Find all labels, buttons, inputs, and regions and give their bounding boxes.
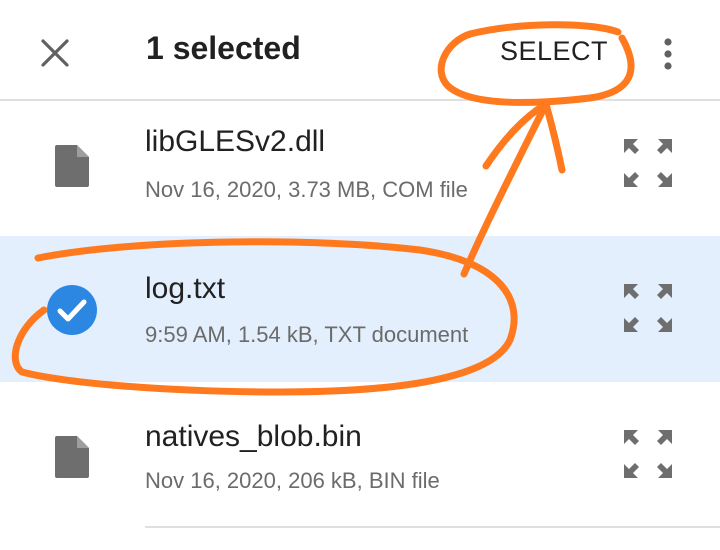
file-name: libGLESv2.dll (145, 125, 326, 158)
select-button[interactable]: SELECT (500, 36, 608, 67)
file-meta: Nov 16, 2020, 3.73 MB, COM file (145, 177, 468, 202)
file-name: natives_blob.bin (145, 420, 362, 453)
file-row-log[interactable]: log.txt 9:59 AM, 1.54 kB, TXT document (0, 236, 720, 382)
expand-icon[interactable] (620, 280, 676, 336)
page-title: 1 selected (146, 30, 301, 66)
file-name: log.txt (145, 272, 226, 305)
list-divider (145, 526, 720, 528)
file-meta: Nov 16, 2020, 206 kB, BIN file (145, 468, 440, 493)
file-row-libglesv2[interactable]: libGLESv2.dll Nov 16, 2020, 3.73 MB, COM… (0, 101, 720, 235)
more-vert-icon[interactable] (650, 30, 686, 78)
file-icon (52, 143, 92, 189)
expand-icon[interactable] (620, 426, 676, 482)
file-row-natives-blob[interactable]: natives_blob.bin Nov 16, 2020, 206 kB, B… (0, 382, 720, 528)
expand-icon[interactable] (620, 135, 676, 191)
file-icon (52, 434, 92, 480)
check-circle-icon[interactable] (46, 284, 98, 336)
app-bar: 1 selected SELECT (0, 0, 720, 100)
close-icon[interactable] (30, 28, 80, 78)
file-meta: 9:59 AM, 1.54 kB, TXT document (145, 322, 469, 347)
